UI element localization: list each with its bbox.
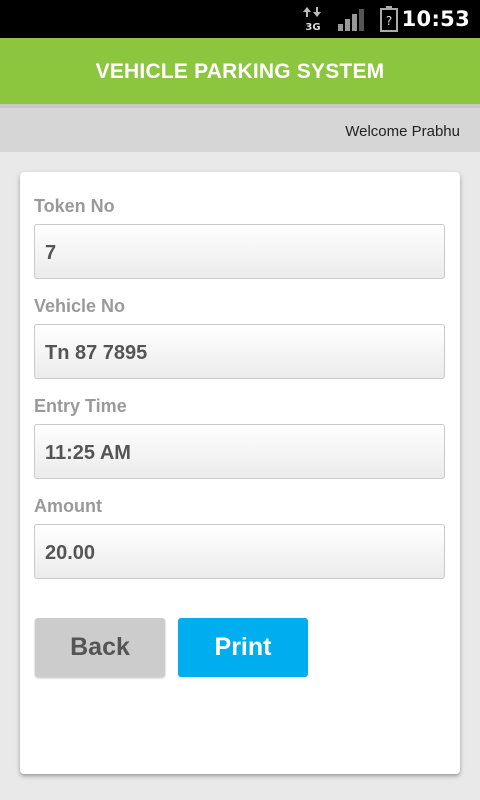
signal-icon xyxy=(338,9,364,31)
back-button[interactable]: Back xyxy=(35,618,165,677)
amount-value: 20.00 xyxy=(45,542,96,564)
token-no-value: 7 xyxy=(45,242,57,264)
amount-label: Amount xyxy=(34,496,102,516)
welcome-bar: Welcome Prabhu xyxy=(0,108,480,152)
token-no-field[interactable]: 7 xyxy=(34,224,445,279)
entry-time-value: 11:25 AM xyxy=(45,442,131,464)
vehicle-no-value: Tn 87 7895 xyxy=(45,342,148,364)
status-bar: 3G ? 10:53 xyxy=(0,0,480,38)
status-time: 10:53 xyxy=(401,7,470,31)
network-type-label: 3G xyxy=(305,22,320,31)
app-header: VEHICLE PARKING SYSTEM xyxy=(0,38,480,104)
amount-field[interactable]: 20.00 xyxy=(34,524,445,579)
vehicle-no-field[interactable]: Tn 87 7895 xyxy=(34,324,445,379)
print-button[interactable]: Print xyxy=(178,618,308,677)
entry-time-label: Entry Time xyxy=(34,396,127,416)
data-transfer-icon: 3G xyxy=(303,7,321,31)
welcome-text: Welcome Prabhu xyxy=(345,123,460,140)
battery-status-label: ? xyxy=(386,14,392,28)
token-no-label: Token No xyxy=(34,196,115,216)
page-title: VEHICLE PARKING SYSTEM xyxy=(95,60,385,83)
entry-time-field[interactable]: 11:25 AM xyxy=(34,424,445,479)
ticket-card: Token No 7 Vehicle No Tn 87 7895 Entry T… xyxy=(20,172,460,774)
battery-icon: ? xyxy=(380,6,398,32)
vehicle-no-label: Vehicle No xyxy=(34,296,126,316)
